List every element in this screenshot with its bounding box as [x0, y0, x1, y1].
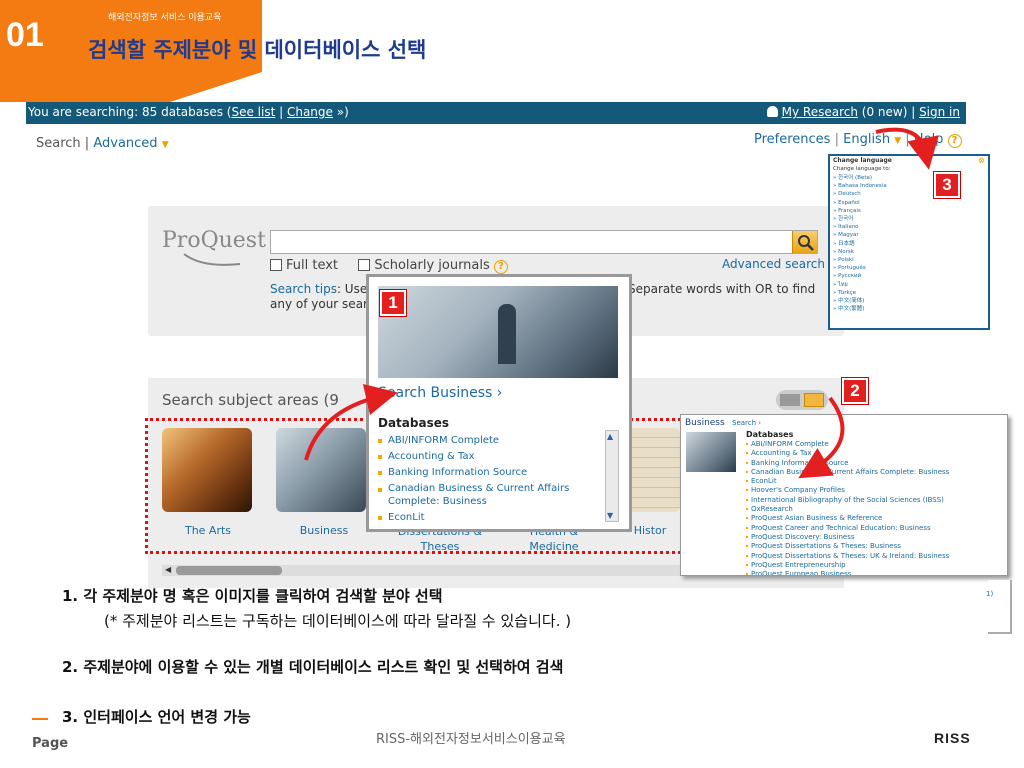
step-badge-3: 3	[934, 172, 960, 198]
page-label: Page	[32, 736, 69, 751]
step-badge-2: 2	[842, 378, 868, 404]
arrow-3	[875, 127, 939, 170]
caption-2: 2. 주제분야에 이용할 수 있는 개별 데이터베이스 리스트 확인 및 선택하…	[62, 658, 564, 676]
arrow-2	[798, 396, 845, 479]
caption-1: 1. 각 주제분야 명 혹은 이미지를 클릭하여 검색할 분야 선택	[62, 587, 443, 605]
step-badge-1: 1	[380, 290, 406, 316]
slide: 01 해외전자정보 서비스 이용교육 검색할 주제분야 및 데이터베이스 선택 …	[0, 0, 1024, 768]
riss-logo: RISS	[934, 730, 971, 746]
footer-accent-line	[32, 718, 48, 720]
caption-3: 3. 인터페이스 언어 변경 가능	[62, 708, 251, 726]
caption-1-note: (* 주제분야 리스트는 구독하는 데이터베이스에 따라 달라질 수 있습니다.…	[104, 612, 572, 630]
arrow-1	[304, 383, 398, 461]
footer-text: RISS-해외전자정보서비스이용교육	[376, 732, 566, 747]
annotation-arrows	[304, 127, 939, 479]
